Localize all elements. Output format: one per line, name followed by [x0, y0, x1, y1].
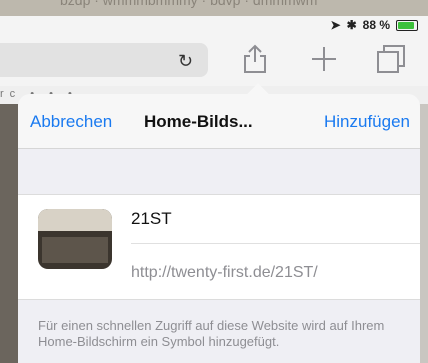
- location-icon: ➤: [330, 18, 341, 32]
- battery-icon: [396, 19, 418, 31]
- battery-fill: [398, 21, 414, 29]
- address-bar[interactable]: ↻: [0, 43, 208, 77]
- background-page-strip: bzdp · wmmmbmmmy · bdvp · dmmmwm: [0, 0, 428, 16]
- status-bar: ➤ ✱ 88 %: [0, 16, 428, 36]
- background-page: [0, 104, 18, 363]
- background-text: bzdp · wmmmbmmmy · bdvp · dmmmwm: [60, 0, 318, 8]
- cancel-button[interactable]: Abbrechen: [30, 112, 112, 132]
- bluetooth-icon: ✱: [346, 18, 357, 32]
- add-button[interactable]: Hinzufügen: [324, 112, 410, 132]
- site-url: http://twenty-first.de/21ST/: [131, 264, 318, 281]
- thumbnail-strip: [38, 209, 112, 231]
- status-right: ➤ ✱ 88 %: [331, 18, 418, 32]
- site-name-input[interactable]: 21ST: [131, 209, 172, 229]
- new-tab-icon[interactable]: [310, 44, 338, 81]
- site-thumbnail: [38, 209, 112, 269]
- tabs-icon[interactable]: [376, 44, 408, 81]
- battery-percent: 88 %: [362, 18, 390, 32]
- thumbnail-keys: [42, 237, 108, 263]
- reload-icon[interactable]: ↻: [178, 51, 193, 72]
- browser-toolbar: ↻: [0, 36, 428, 86]
- add-to-home-popover: Abbrechen Home-Bilds... Hinzufügen 21ST …: [18, 94, 420, 363]
- bookmark-entry-card: 21ST http://twenty-first.de/21ST/: [18, 194, 420, 300]
- info-text: Für einen schnellen Zugriff auf diese We…: [38, 318, 385, 349]
- share-icon[interactable]: [242, 44, 268, 81]
- popover-navbar: Abbrechen Home-Bilds... Hinzufügen: [18, 94, 420, 149]
- divider: [131, 243, 420, 244]
- popover-title: Home-Bilds...: [144, 112, 253, 131]
